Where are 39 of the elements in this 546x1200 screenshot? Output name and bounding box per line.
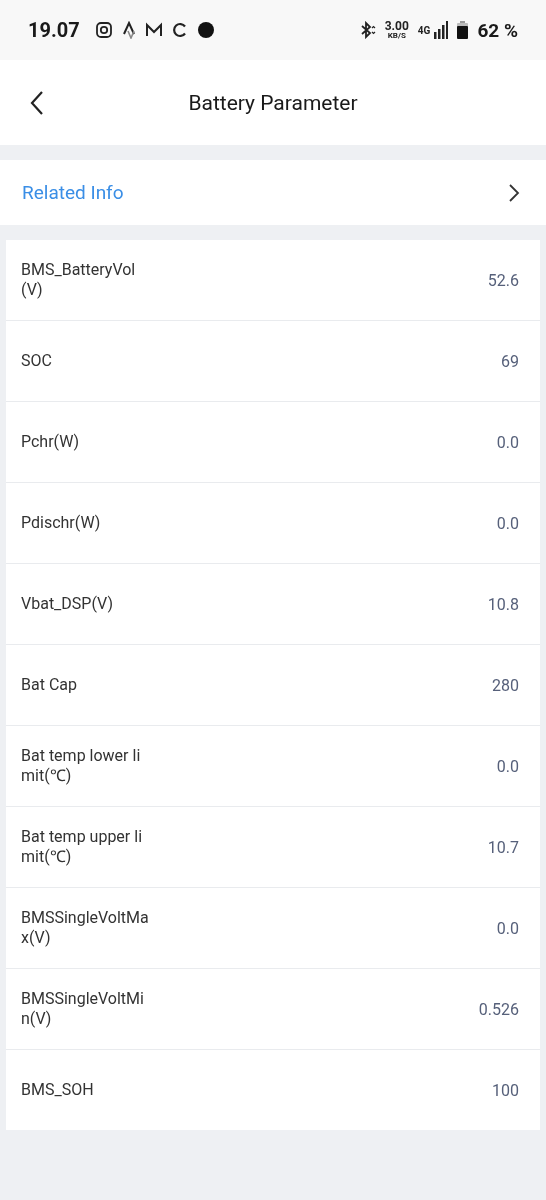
- camera-icon: [94, 21, 113, 39]
- parameter-label: Bat Cap: [21, 675, 78, 695]
- arrow-icon: [121, 21, 136, 39]
- parameter-value: 0.0: [496, 918, 519, 938]
- page-title: Battery Parameter: [188, 90, 358, 115]
- parameter-label: BMSSingleVoltMax(V): [21, 908, 150, 948]
- parameter-label: Vbat_DSP(V): [21, 594, 114, 614]
- parameter-value: 100: [492, 1080, 519, 1100]
- parameter-label: Bat temp upper limit(℃): [21, 827, 144, 867]
- parameter-label: BMS_SOH: [21, 1080, 95, 1100]
- signal-icon: [434, 21, 449, 39]
- sync-icon: [171, 22, 188, 38]
- parameter-label: Pdischr(W): [21, 513, 102, 533]
- parameter-label: SOC: [21, 351, 53, 371]
- parameter-value: 280: [492, 675, 519, 695]
- parameter-label: Pchr(W): [21, 432, 81, 452]
- dot-icon: [196, 21, 215, 39]
- network-type: 4G: [417, 24, 431, 36]
- related-info-row[interactable]: Related Info: [0, 160, 546, 225]
- battery-icon: [457, 21, 469, 39]
- parameter-value: 10.8: [487, 594, 519, 614]
- related-info-label: Related Info: [22, 181, 124, 204]
- parameter-value: 0.526: [478, 999, 519, 1019]
- mail-icon: [144, 22, 163, 38]
- parameter-label: Bat temp lower limit(℃): [21, 746, 142, 786]
- status-time: 19.07: [28, 18, 80, 42]
- parameter-label: BMSSingleVoltMin(V): [21, 989, 145, 1029]
- parameter-value: 52.6: [487, 270, 519, 290]
- parameter-value: 69: [501, 351, 519, 371]
- chevron-right-icon: [508, 182, 520, 203]
- speed-value: 3.00: [384, 20, 409, 32]
- parameter-value: 0.0: [496, 756, 519, 776]
- parameter-label: BMS_BatteryVol(V): [21, 260, 137, 300]
- speed-unit: KB/S: [387, 32, 406, 40]
- bluetooth-icon: [359, 21, 376, 39]
- parameter-value: 10.7: [487, 837, 519, 857]
- parameter-value: 0.0: [496, 513, 519, 533]
- battery-percent: 62 %: [477, 18, 518, 42]
- parameter-value: 0.0: [496, 432, 519, 452]
